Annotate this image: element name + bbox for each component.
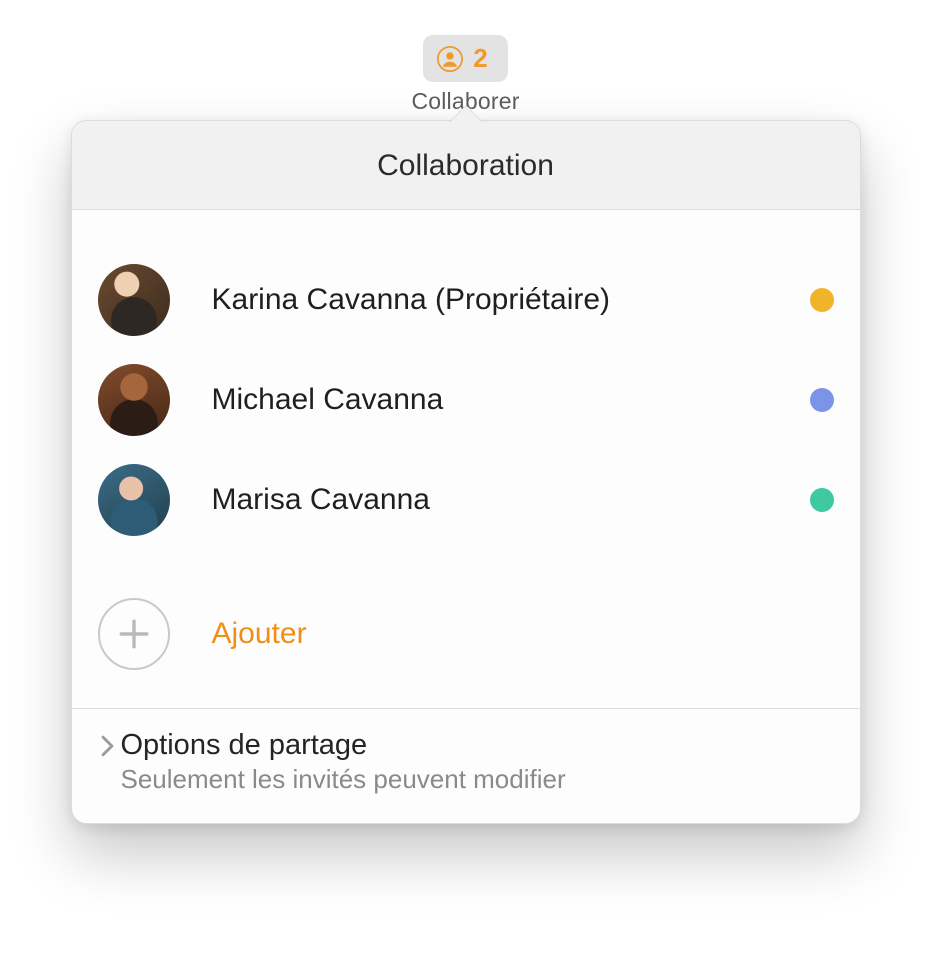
avatar	[98, 364, 170, 436]
collaborator-name: Karina Cavanna (Propriétaire)	[212, 283, 768, 317]
share-options-row[interactable]: Options de partage Seulement les invités…	[72, 708, 860, 823]
collaborator-name: Marisa Cavanna	[212, 483, 768, 517]
presence-dot-icon	[810, 488, 834, 512]
collaborator-count: 2	[473, 43, 487, 74]
presence-dot-icon	[810, 288, 834, 312]
collaborate-toolbar: 2 Collaborer	[411, 35, 519, 115]
popover-title: Collaboration	[72, 121, 860, 210]
collaborator-row[interactable]: Michael Cavanna	[94, 350, 838, 450]
chevron-right-icon	[100, 735, 115, 757]
collaborator-list: Karina Cavanna (Propriétaire) Michael Ca…	[72, 210, 860, 562]
avatar	[98, 264, 170, 336]
collaborate-button[interactable]: 2	[423, 35, 507, 82]
share-options-subtitle: Seulement les invités peuvent modifier	[121, 764, 832, 795]
person-badge-icon	[437, 46, 463, 72]
share-options-title: Options de partage	[121, 729, 368, 762]
avatar	[98, 464, 170, 536]
plus-icon	[98, 598, 170, 670]
add-collaborator-label: Ajouter	[212, 617, 307, 651]
collaborator-row[interactable]: Karina Cavanna (Propriétaire)	[94, 250, 838, 350]
presence-dot-icon	[810, 388, 834, 412]
add-collaborator-button[interactable]: Ajouter	[72, 562, 860, 708]
collaborator-name: Michael Cavanna	[212, 383, 768, 417]
collaborator-row[interactable]: Marisa Cavanna	[94, 450, 838, 550]
collaboration-popover: Collaboration Karina Cavanna (Propriétai…	[71, 120, 861, 824]
